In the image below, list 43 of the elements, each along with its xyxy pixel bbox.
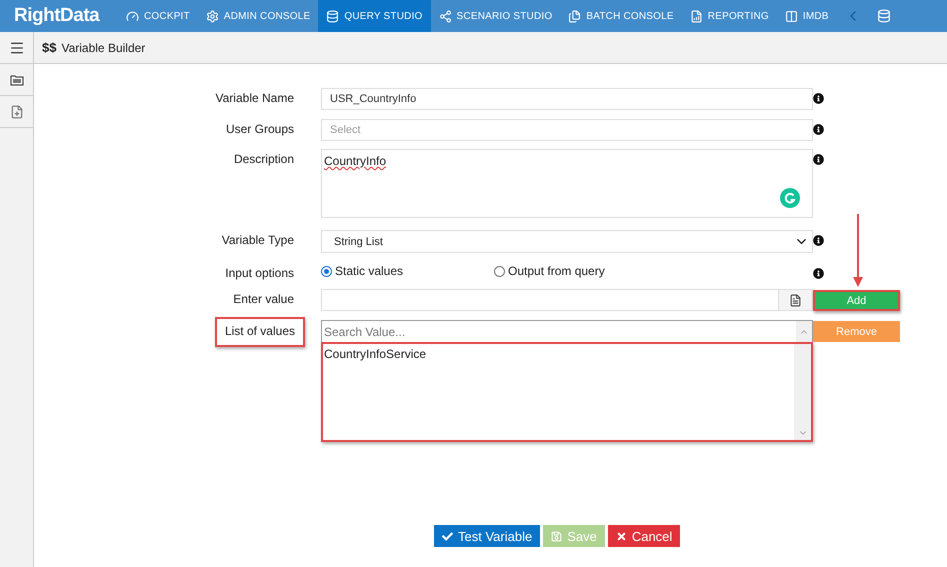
document-icon[interactable] — [778, 290, 812, 310]
check-icon — [442, 530, 453, 542]
radio-option[interactable]: Static values — [321, 264, 494, 278]
nav-tab[interactable]: REPORTING — [682, 0, 777, 32]
description-field[interactable]: CountryInfo — [321, 149, 813, 218]
test-button[interactable]: Test Variable — [434, 525, 540, 547]
search-field[interactable]: Search Value... — [321, 320, 796, 342]
nodes-icon — [438, 10, 452, 22]
field-label: Description — [234, 151, 294, 166]
value-field[interactable] — [321, 289, 813, 311]
columns-icon — [784, 10, 798, 22]
field-label: Variable Name — [216, 90, 294, 105]
radio-button[interactable] — [494, 266, 505, 276]
field-value: CountryInfo — [324, 154, 386, 168]
cancel-button[interactable]: Cancel — [608, 525, 680, 547]
gear-icon — [206, 10, 219, 22]
field-label: User Groups — [226, 121, 294, 136]
variable-icon: $$ — [42, 40, 56, 55]
list-item[interactable]: CountryInfoService — [324, 347, 794, 361]
chart-file-icon — [690, 10, 703, 22]
files-icon — [568, 10, 582, 22]
nav-tab[interactable]: SCENARIO STUDIO — [430, 0, 560, 32]
nav-tab[interactable]: ADMIN CONSOLE — [198, 0, 318, 32]
gauge-icon — [126, 10, 139, 22]
radio-button[interactable] — [321, 266, 332, 276]
logo[interactable]: RightData — [0, 0, 118, 32]
nav-tab[interactable]: BATCH CONSOLE — [560, 0, 682, 32]
page-title: Variable Builder — [61, 40, 146, 54]
text-field[interactable]: USR_CountryInfo — [321, 88, 813, 110]
cross-icon — [616, 530, 627, 542]
values-list[interactable]: CountryInfoService — [321, 342, 813, 442]
radio-option[interactable]: Output from query — [494, 264, 667, 278]
field-label: Variable Type — [222, 232, 294, 247]
text-field[interactable]: Select — [321, 119, 813, 141]
field-label: Input options — [225, 265, 294, 280]
nav-tab[interactable]: COCKPIT — [118, 0, 198, 32]
type-dropdown[interactable]: String List — [321, 230, 813, 253]
database-icon — [326, 10, 340, 22]
add-button[interactable]: Add — [813, 290, 900, 311]
nav-tab[interactable]: IMDB — [776, 0, 837, 32]
nav-tab[interactable]: QUERY STUDIO — [318, 0, 431, 32]
field-label: List of values — [214, 317, 305, 347]
field-label: Enter value — [233, 291, 294, 306]
